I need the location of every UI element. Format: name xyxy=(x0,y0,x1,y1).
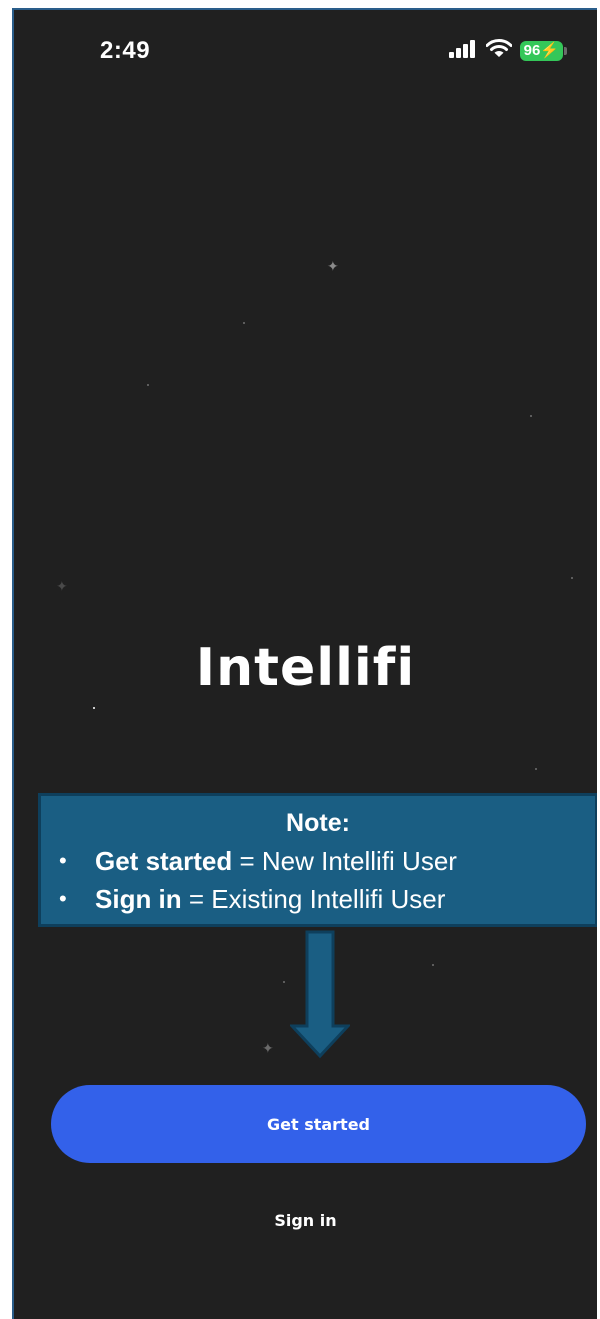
star-dot xyxy=(93,707,95,709)
sparkle-icon: ✦ xyxy=(262,1040,274,1056)
note-item: • Get started = New Intellifi User xyxy=(59,842,595,880)
star-dot xyxy=(571,577,573,579)
star-dot xyxy=(283,981,285,983)
note-heading: Note: xyxy=(286,809,350,837)
status-bar: 2:49 96⚡ xyxy=(14,10,597,90)
battery-cap xyxy=(564,47,567,55)
note-description: = Existing Intellifi User xyxy=(181,884,446,914)
star-dot xyxy=(432,964,434,966)
battery-level: 96⚡ xyxy=(519,41,563,61)
app-screen: 2:49 96⚡ ✦ ✦ ✦ Intellifi Note: • Get sta… xyxy=(12,8,597,1319)
star-dot xyxy=(530,415,532,417)
wifi-icon xyxy=(485,39,513,63)
app-title: Intellifi xyxy=(195,638,416,698)
star-dot xyxy=(147,384,149,386)
star-dot xyxy=(243,322,245,324)
battery-percent: 96 xyxy=(523,42,541,59)
status-time: 2:49 xyxy=(100,37,151,64)
note-term: Sign in xyxy=(95,884,182,914)
sparkle-icon: ✦ xyxy=(56,578,68,594)
bullet-icon: • xyxy=(59,848,67,873)
signal-icon xyxy=(448,39,478,63)
bullet-icon: • xyxy=(59,886,67,911)
get-started-button[interactable]: Get started xyxy=(51,1085,586,1163)
note-list: • Get started = New Intellifi User • Sign … xyxy=(41,842,595,918)
note-item: • Sign in = Existing Intellifi User xyxy=(59,880,595,918)
sign-in-button[interactable]: Sign in xyxy=(14,1210,597,1231)
note-callout: Note: • Get started = New Intellifi User … xyxy=(38,793,597,927)
sparkle-icon: ✦ xyxy=(327,258,339,274)
status-icons: 96⚡ xyxy=(448,39,567,63)
star-dot xyxy=(535,768,537,770)
note-term: Get started xyxy=(95,846,233,876)
note-description: = New Intellifi User xyxy=(232,846,457,876)
battery-icon: 96⚡ xyxy=(519,41,567,61)
down-arrow-icon xyxy=(290,930,350,1059)
